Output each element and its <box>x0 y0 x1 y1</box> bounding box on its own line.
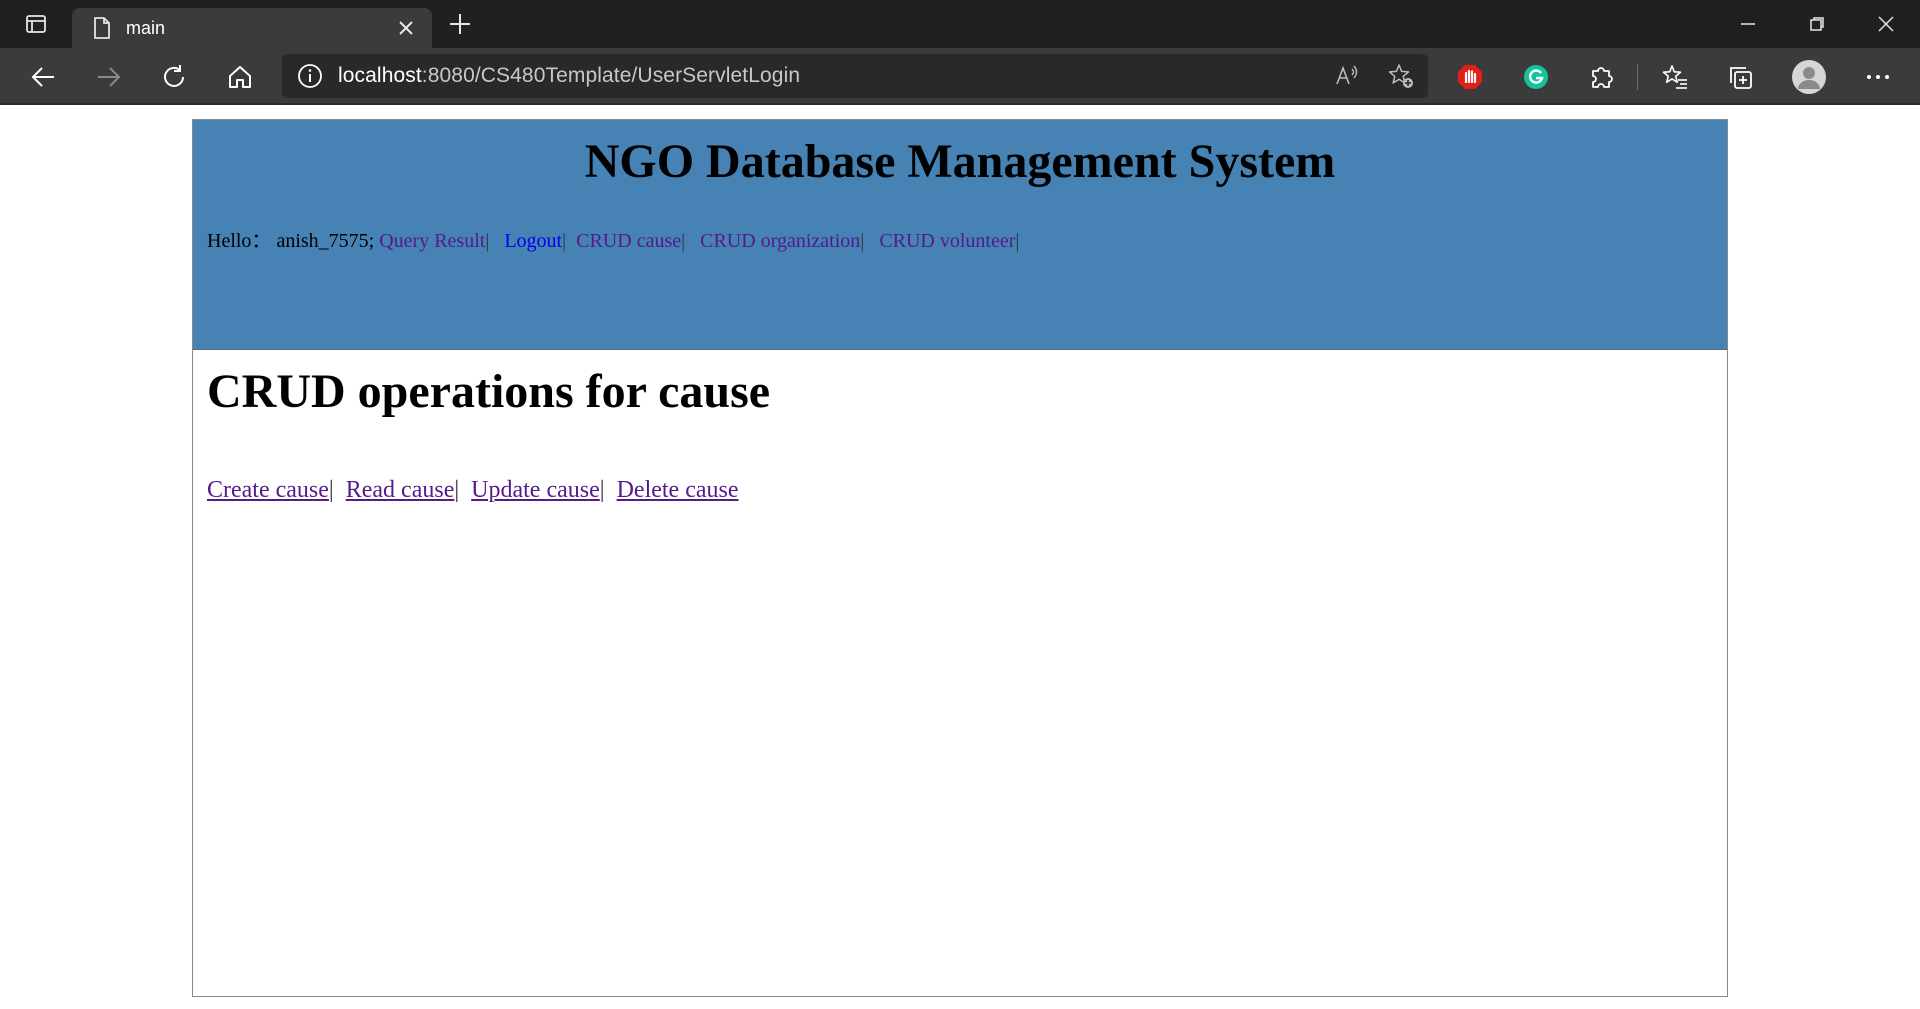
create-cause-link[interactable]: Create cause <box>207 477 329 503</box>
greeting-label: Hello： <box>207 230 272 252</box>
grammarly-extension-button[interactable] <box>1503 48 1569 105</box>
address-bar[interactable]: localhost:8080/CS480Template/UserServlet… <box>282 54 1428 98</box>
back-button[interactable] <box>10 48 76 105</box>
url-path: :8080/CS480Template/UserServletLogin <box>421 64 801 87</box>
link-separator: | <box>599 477 605 503</box>
collections-button[interactable] <box>1707 48 1773 105</box>
restore-icon <box>1809 17 1824 31</box>
nav-separator: | <box>485 230 490 252</box>
adblock-extension-button[interactable] <box>1437 48 1503 105</box>
tab-main[interactable]: main <box>72 8 432 48</box>
home-icon <box>229 65 251 88</box>
close-tab-icon[interactable] <box>392 14 420 42</box>
favorites-list-icon <box>1662 64 1687 89</box>
more-dots-icon <box>1867 74 1889 79</box>
page-frame: NGO Database Management System Hello： an… <box>192 119 1728 997</box>
read-cause-link[interactable]: Read cause <box>346 477 455 503</box>
user-nav: Hello： anish_7575; Query Result| Logout|… <box>207 224 1019 253</box>
minimize-icon <box>1740 23 1755 25</box>
tab-actions-button[interactable] <box>0 0 72 48</box>
restore-button[interactable] <box>1782 0 1851 48</box>
url-host: localhost <box>338 64 422 87</box>
nav-logout-link[interactable]: Logout <box>504 230 562 252</box>
nav-separator: | <box>562 230 567 252</box>
nav-separator: | <box>1015 230 1020 252</box>
crud-links: Create cause| Read cause| Update cause| … <box>207 477 739 504</box>
read-aloud-icon[interactable] <box>1320 54 1374 98</box>
delete-cause-link[interactable]: Delete cause <box>617 477 739 503</box>
nav-crud-cause-link[interactable]: CRUD cause <box>576 230 681 252</box>
plus-icon <box>450 14 470 34</box>
profile-button[interactable] <box>1776 48 1842 105</box>
back-arrow-icon <box>31 66 54 87</box>
refresh-button[interactable] <box>141 48 207 105</box>
browser-tabstrip: main <box>0 0 1920 48</box>
page-icon <box>88 14 116 42</box>
site-title: NGO Database Management System <box>584 135 1336 188</box>
forward-arrow-icon <box>98 66 121 87</box>
grammarly-icon <box>1524 64 1548 89</box>
link-separator: | <box>454 477 460 503</box>
new-tab-button[interactable] <box>432 0 488 48</box>
collections-icon <box>1730 66 1752 89</box>
minimize-button[interactable] <box>1713 0 1782 48</box>
username: anish_7575; <box>276 230 375 252</box>
window-controls <box>1713 0 1920 48</box>
tab-actions-icon <box>26 15 46 33</box>
extensions-button[interactable] <box>1569 48 1635 105</box>
puzzle-icon <box>1592 66 1613 88</box>
avatar-icon <box>1792 59 1826 94</box>
url-text[interactable]: localhost:8080/CS480Template/UserServlet… <box>338 64 1320 88</box>
stop-hand-icon <box>1458 64 1482 89</box>
site-info-icon[interactable] <box>282 54 338 98</box>
tab-title: main <box>126 17 166 38</box>
nav-crud-organization-link[interactable]: CRUD organization <box>700 230 860 252</box>
page-heading: CRUD operations for cause <box>207 365 771 418</box>
site-header: NGO Database Management System Hello： an… <box>193 120 1727 350</box>
nav-crud-volunteer-link[interactable]: CRUD volunteer <box>879 230 1015 252</box>
toolbar-separator <box>1637 64 1638 90</box>
favorites-button[interactable] <box>1642 48 1708 105</box>
nav-query-result-link[interactable]: Query Result <box>379 230 485 252</box>
refresh-icon <box>164 64 184 87</box>
nav-separator: | <box>860 230 865 252</box>
browser-toolbar: localhost:8080/CS480Template/UserServlet… <box>0 48 1920 105</box>
add-favorite-icon[interactable] <box>1374 54 1428 98</box>
update-cause-link[interactable]: Update cause <box>471 477 600 503</box>
nav-separator: | <box>681 230 686 252</box>
link-separator: | <box>328 477 334 503</box>
forward-button[interactable] <box>76 48 142 105</box>
settings-more-button[interactable] <box>1845 48 1911 105</box>
close-window-button[interactable] <box>1851 0 1920 48</box>
home-button[interactable] <box>207 48 273 105</box>
close-icon <box>1877 16 1894 32</box>
